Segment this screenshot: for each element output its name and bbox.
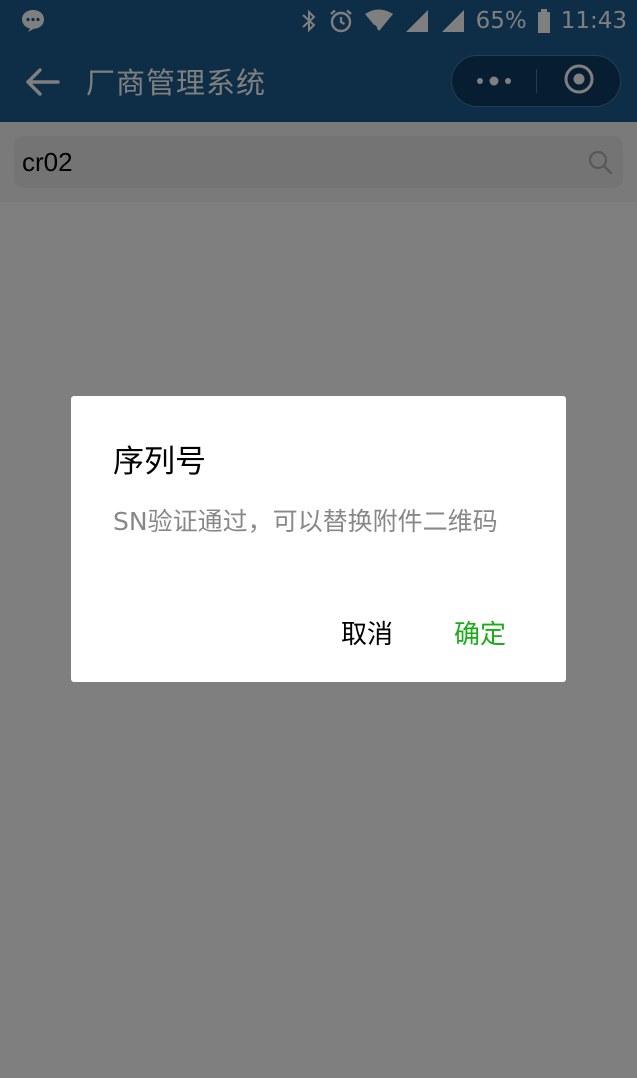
cancel-button[interactable]: 取消	[341, 614, 393, 651]
confirm-button[interactable]: 确定	[454, 614, 506, 651]
dialog-message: SN验证通过，可以替换附件二维码	[113, 507, 498, 536]
modal-dialog: 序列号 SN验证通过，可以替换附件二维码 取消 确定	[71, 396, 566, 682]
app-screen: 65% 11:43 厂商管理系统	[0, 0, 637, 1078]
dialog-title: 序列号	[113, 444, 206, 480]
